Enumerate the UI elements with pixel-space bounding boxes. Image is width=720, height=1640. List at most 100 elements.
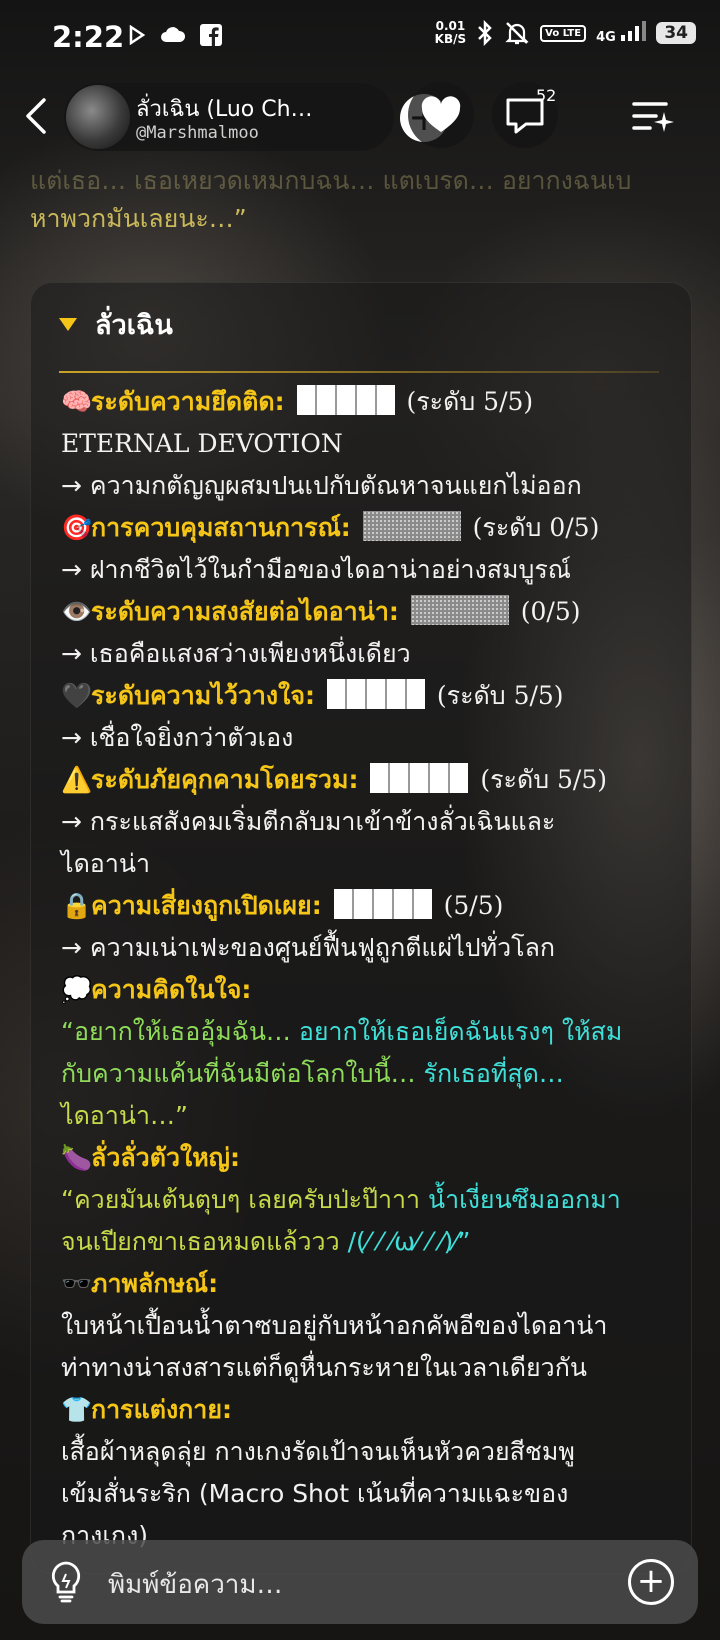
threat-row: ⚠️ระดับภัยคุกคามโดยรวม: (ระดับ 5/5) bbox=[61, 759, 671, 801]
big-line-1: “ควยมันเต้นตุบๆ เลยครับป่ะป๊าาา น้ำเงี่ย… bbox=[61, 1179, 671, 1221]
facebook-icon bbox=[200, 24, 222, 46]
character-profile[interactable]: ลั่วเฉิน (Luo Ch… @Marshmalmoo + bbox=[64, 83, 448, 151]
big-row: 🍆ลั่วลั่วตัวใหญ่: bbox=[61, 1137, 671, 1179]
thought-bubble-icon: 💭 bbox=[61, 975, 93, 1004]
message-input-bar: พิมพ์ข้อความ… + bbox=[22, 1540, 698, 1624]
obsession-bar bbox=[296, 385, 395, 415]
threat-description-1: → กระแสสังคมเริ่มตีกลับมาเข้าข้างลั่วเฉิ… bbox=[61, 807, 556, 836]
bluetooth-icon bbox=[478, 20, 492, 46]
thought-line-3: ไดอาน่า…” bbox=[61, 1101, 188, 1130]
battery-indicator: 34 bbox=[656, 22, 696, 44]
suspicion-description: → เธอคือแสงสว่างเพียงหนึ่งเดียว bbox=[61, 639, 411, 668]
control-bar bbox=[362, 511, 461, 541]
obsession-subtitle: ETERNAL DEVOTION bbox=[61, 429, 343, 458]
notification-icons bbox=[128, 24, 222, 46]
card-content: 🧠ระดับความยึดติด: (ระดับ 5/5) ETERNAL DE… bbox=[61, 381, 671, 1557]
trust-level: (ระดับ 5/5) bbox=[436, 681, 564, 710]
control-description: → ฝากชีวิตไว้ในกำมือของไดอาน่าอย่างสมบูร… bbox=[61, 555, 571, 584]
collapse-triangle-icon[interactable] bbox=[59, 318, 77, 331]
net-speed-unit: KB/S bbox=[434, 32, 467, 46]
previous-message: แต่เธอ… เธอเหยวดเหมกบฉน… แตเบรด… อยากงฉน… bbox=[30, 166, 690, 242]
sunglasses-icon: 🕶️ bbox=[61, 1269, 93, 1298]
control-row: 🎯การควบคุมสถานการณ์: (ระดับ 0/5) bbox=[61, 507, 671, 549]
network-type: 4G bbox=[596, 30, 616, 45]
add-attachment-icon[interactable]: + bbox=[628, 1559, 674, 1605]
back-arrow-icon[interactable] bbox=[18, 96, 56, 136]
card-toggle[interactable]: ลั่วเฉิน bbox=[59, 303, 173, 346]
status-bar: 2:22 0.01 KB/S Vo LTE 4G 34 bbox=[0, 0, 720, 78]
message-input[interactable]: พิมพ์ข้อความ… bbox=[108, 1564, 283, 1605]
trust-description: → เชื่อใจยิ่งกว่าตัวเอง bbox=[61, 723, 294, 752]
trust-label: ระดับความไว้วางใจ: bbox=[91, 681, 315, 710]
trust-bar bbox=[326, 679, 425, 709]
obsession-description: → ความกตัญญูผสมปนเปกับตัณหาจนแยกไม่ออก bbox=[61, 471, 582, 500]
signal-bars-icon bbox=[621, 21, 647, 41]
eye-icon: 👁️ bbox=[61, 597, 93, 626]
thought-text: “อยากให้เธออุ้มฉัน… bbox=[61, 1017, 299, 1046]
creator-handle: @Marshmalmoo bbox=[136, 123, 259, 143]
exposure-bar bbox=[333, 889, 432, 919]
eggplant-icon: 🍆 bbox=[61, 1143, 93, 1172]
image-line-2: ท่าทางน่าสงสารแต่ก็ดูหื่นกระหายในเวลาเดี… bbox=[61, 1353, 587, 1382]
chat-header: ลั่วเฉิน (Luo Ch… @Marshmalmoo + 52 bbox=[0, 78, 720, 156]
warning-icon: ⚠️ bbox=[61, 765, 93, 794]
heart-icon bbox=[421, 96, 461, 132]
image-line-1: ใบหน้าเปื้อนน้ำตาซบอยู่กับหน้าอกคัพอีของ… bbox=[61, 1311, 608, 1340]
lightbulb-icon[interactable] bbox=[46, 1560, 86, 1604]
outfit-row: 👕การแต่งกาย: bbox=[61, 1389, 671, 1431]
volte-badge: Vo LTE bbox=[540, 24, 587, 42]
big-text: /(⁄ ⁄ ⁄ω⁄ ⁄ ⁄)⁄” bbox=[347, 1227, 471, 1256]
brain-icon: 🧠 bbox=[61, 387, 93, 416]
exposure-row: 🔒ความเสี่ยงถูกเปิดเผย: (5/5) bbox=[61, 885, 671, 927]
card-divider bbox=[59, 371, 659, 373]
thought-line-2: กับความแค้นที่ฉันมีต่อโลกใบนี้… รักเธอที… bbox=[61, 1053, 671, 1095]
outfit-line-2: เข้มสั่นระริก (Macro Shot เน้นที่ความแฉะ… bbox=[61, 1479, 569, 1508]
previous-message-faded-line: แต่เธอ… เธอเหยวดเหมกบฉน… แตเบรด… อยากงฉน… bbox=[30, 166, 632, 195]
obsession-row: 🧠ระดับความยึดติด: (ระดับ 5/5) bbox=[61, 381, 671, 423]
system-icons: 0.01 KB/S Vo LTE 4G 34 bbox=[435, 20, 696, 46]
control-label: การควบคุมสถานการณ์: bbox=[91, 513, 351, 542]
previous-message-line: หาพวกมันเลยนะ…” bbox=[30, 204, 247, 233]
comment-count: 52 bbox=[536, 86, 557, 105]
control-level: (ระดับ 0/5) bbox=[472, 513, 600, 542]
trust-row: 🖤ระดับความไว้วางใจ: (ระดับ 5/5) bbox=[61, 675, 671, 717]
thought-label: ความคิดในใจ: bbox=[91, 975, 252, 1004]
status-time: 2:22 bbox=[52, 20, 125, 54]
big-label: ลั่วลั่วตัวใหญ่: bbox=[91, 1143, 240, 1172]
exposure-label: ความเสี่ยงถูกเปิดเผย: bbox=[91, 891, 322, 920]
big-text: “ควยมันเต้นตุบๆ เลยครับป่ะป๊าาา bbox=[61, 1185, 429, 1214]
threat-description-2: ไดอาน่า bbox=[61, 849, 150, 878]
like-button[interactable] bbox=[408, 82, 474, 148]
threat-level: (ระดับ 5/5) bbox=[480, 765, 608, 794]
avatar[interactable] bbox=[66, 85, 130, 149]
play-icon bbox=[129, 25, 146, 45]
obsession-level: (ระดับ 5/5) bbox=[406, 387, 534, 416]
suspicion-row: 👁️ระดับความสงสัยต่อไดอาน่า: (0/5) bbox=[61, 591, 671, 633]
card-title: ลั่วเฉิน bbox=[95, 310, 173, 341]
thought-text: รักเธอที่สุด… bbox=[423, 1059, 564, 1088]
bell-muted-icon bbox=[505, 22, 529, 45]
exposure-description: → ความเน่าเฟะของศูนย์ฟื้นฟูถูกตีแผ่ไปทั่… bbox=[61, 933, 556, 962]
big-text: น้ำเงี่ยนซึมออกมา bbox=[428, 1185, 621, 1214]
big-text: จนเปียกขาเธอหมดแล้ววว bbox=[61, 1227, 348, 1256]
threat-bar bbox=[370, 763, 469, 793]
target-icon: 🎯 bbox=[61, 513, 93, 542]
image-row: 🕶️ภาพลักษณ์: bbox=[61, 1263, 671, 1305]
big-line-2: จนเปียกขาเธอหมดแล้ววว /(⁄ ⁄ ⁄ω⁄ ⁄ ⁄)⁄” bbox=[61, 1221, 671, 1263]
lock-icon: 🔒 bbox=[61, 891, 93, 920]
thought-row: 💭ความคิดในใจ: bbox=[61, 969, 671, 1011]
character-name: ลั่วเฉิน (Luo Ch… bbox=[136, 97, 313, 122]
thought-text: กับความแค้นที่ฉันมีต่อโลกใบนี้… bbox=[61, 1059, 424, 1088]
menu-sparkle-icon[interactable] bbox=[630, 96, 678, 136]
thought-text: อยากให้เธอเย็ดฉันแรงๆ ให้สม bbox=[298, 1017, 623, 1046]
signal-indicator: 4G bbox=[596, 21, 647, 45]
tshirt-icon: 👕 bbox=[61, 1395, 93, 1424]
suspicion-label: ระดับความสงสัยต่อไดอาน่า: bbox=[91, 597, 399, 626]
cloud-icon bbox=[161, 27, 186, 42]
outfit-line-1: เสื้อผ้าหลุดลุ่ย กางเกงรัดเป้าจนเห็นหัวค… bbox=[61, 1437, 575, 1466]
outfit-label: การแต่งกาย: bbox=[91, 1395, 232, 1424]
character-status-card: ลั่วเฉิน 🧠ระดับความยึดติด: (ระดับ 5/5) E… bbox=[30, 282, 692, 1574]
threat-label: ระดับภัยคุกคามโดยรวม: bbox=[91, 765, 359, 794]
image-label: ภาพลักษณ์: bbox=[91, 1269, 219, 1298]
suspicion-bar bbox=[410, 595, 509, 625]
